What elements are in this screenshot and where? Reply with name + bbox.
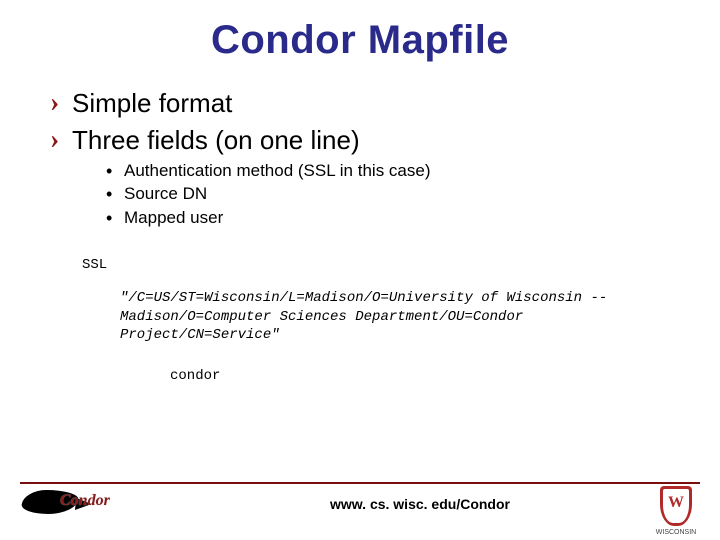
uw-shield-icon: W bbox=[660, 486, 692, 526]
footer-divider bbox=[20, 482, 700, 484]
slide-body: Simple format Three fields (on one line)… bbox=[0, 63, 720, 386]
uw-shield-letter: W bbox=[660, 494, 692, 512]
bullet-l2: Mapped user bbox=[106, 207, 680, 228]
condor-logo: Condor bbox=[22, 488, 132, 522]
bullet-l2: Authentication method (SSL in this case) bbox=[106, 160, 680, 181]
uw-logo: W bbox=[660, 486, 692, 526]
example-mapped-user: condor bbox=[50, 367, 680, 386]
example-ssl-method: SSL bbox=[50, 256, 680, 275]
bullet-l1: Three fields (on one line) bbox=[50, 124, 680, 157]
uw-logo-label: WISCONSIN bbox=[646, 529, 706, 536]
slide-title: Condor Mapfile bbox=[0, 0, 720, 63]
bullet-l2: Source DN bbox=[106, 183, 680, 204]
example-source-dn: "/C=US/ST=Wisconsin/L=Madison/O=Universi… bbox=[50, 289, 680, 346]
condor-logo-text: Condor bbox=[60, 492, 110, 510]
slide: Condor Mapfile Simple format Three field… bbox=[0, 0, 720, 540]
bullet-l1: Simple format bbox=[50, 87, 680, 120]
